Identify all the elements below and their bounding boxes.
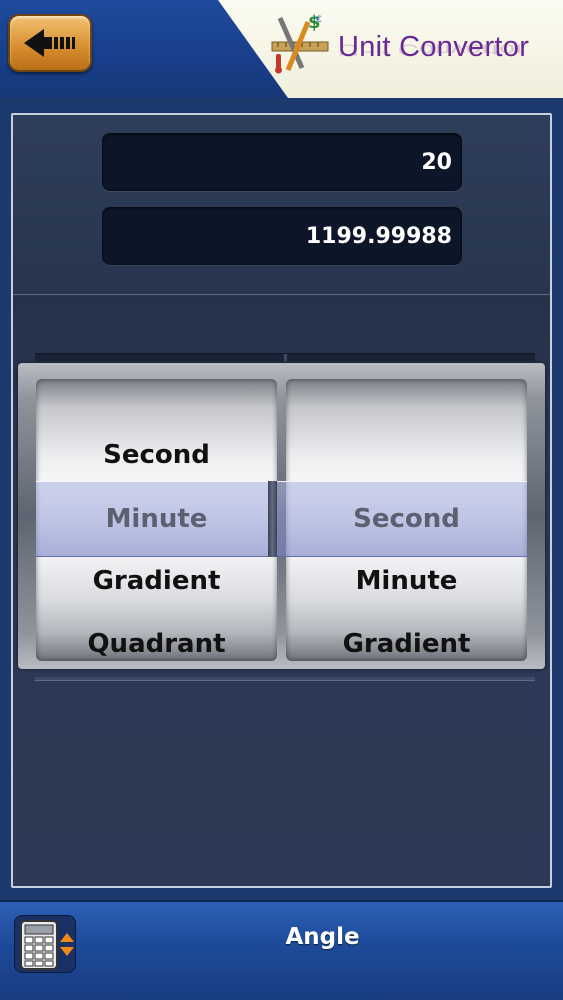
back-arrow-icon	[24, 29, 75, 57]
back-button[interactable]	[8, 14, 92, 72]
picker-top-rail	[35, 353, 535, 362]
wheel-item[interactable]: Second	[36, 424, 277, 486]
input-value-field[interactable]: 20	[102, 133, 462, 191]
bottom-toolbar: Angle	[0, 900, 563, 1000]
unit-picker[interactable]: Second Gradient Quadrant Minute Gradient…	[18, 363, 545, 669]
wheel-item[interactable]: Minute	[286, 550, 527, 612]
app-header: $ € Unit Convertor Unit Convertor	[0, 0, 563, 98]
wheel-item[interactable]	[286, 424, 527, 486]
input-area: 20 1199.99988	[13, 115, 550, 295]
app-title-reflection: Unit Convertor	[338, 40, 525, 58]
category-title[interactable]: Angle	[0, 924, 563, 950]
to-unit-selected[interactable]: Second	[286, 481, 527, 557]
rail-divider	[284, 354, 287, 362]
from-unit-selected[interactable]: Minute	[36, 481, 277, 557]
picker-bottom-rail	[35, 677, 535, 681]
result-value-field: 1199.99988	[102, 207, 462, 265]
svg-text:€: €	[316, 15, 322, 25]
wheel-item[interactable]: Quadrant	[36, 613, 277, 661]
tools-dollar-icon: $ €	[271, 12, 329, 74]
wheel-item[interactable]: Gradient	[286, 613, 527, 661]
wheel-item[interactable]: Gradient	[36, 550, 277, 612]
